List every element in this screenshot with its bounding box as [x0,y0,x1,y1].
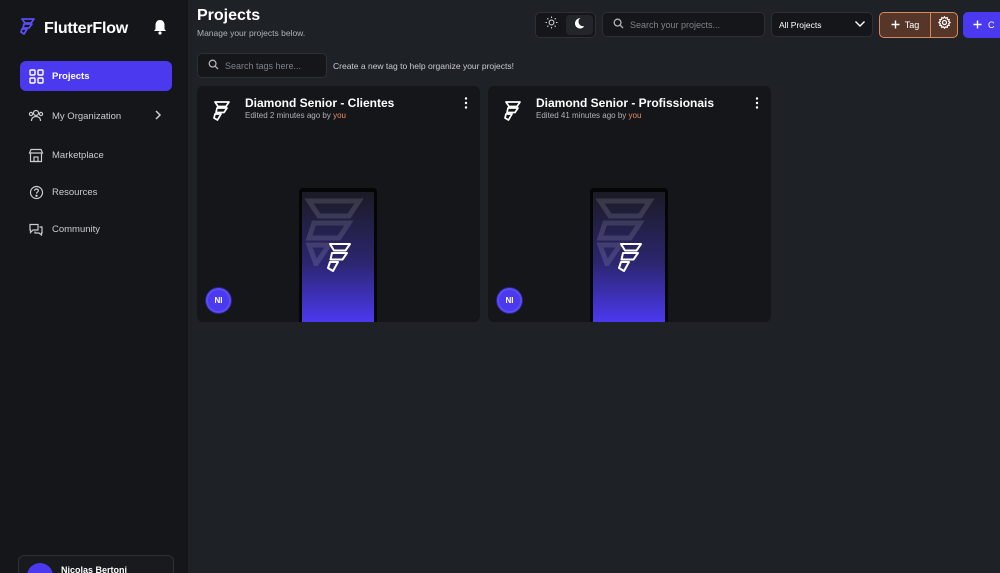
bell-icon[interactable] [153,19,167,40]
project-preview [299,188,377,322]
sidebar-item-my-organization[interactable]: My Organization [20,101,172,131]
create-label: C [988,20,995,30]
avatar [27,563,53,573]
flutterflow-logo-icon [324,242,354,279]
sidebar-item-label: Projects [52,70,90,82]
owner-avatar: NI [206,288,231,313]
moon-icon [573,16,585,34]
add-tag-label: Tag [904,20,920,30]
page-title: Projects [197,7,261,24]
search-input[interactable] [630,19,750,30]
flutterflow-logo-icon [210,99,234,128]
select-value: All Projects [779,19,822,30]
edited-by: you [628,111,642,120]
project-title: Diamond Senior - Clientes [245,96,395,110]
edited-text: Edited 2 minutes ago by [245,111,331,120]
tag-search [197,53,342,78]
flutterflow-logo-icon [501,99,525,128]
help-circle-icon [28,184,44,200]
project-title: Diamond Senior - Profissionais [536,96,715,110]
plus-icon [973,20,982,31]
edited-by: you [333,111,346,120]
create-project-button[interactable]: C [963,12,1000,38]
sidebar-item-label: Marketplace [52,149,104,161]
sidebar-item-marketplace[interactable]: Marketplace [20,140,172,170]
add-tag-button[interactable]: Tag [879,12,931,38]
sidebar: FlutterFlow Projects My Organization Mar… [0,0,188,573]
store-icon [28,147,44,163]
chat-icon [28,221,44,237]
project-preview [590,188,668,322]
phone-screen [302,192,374,322]
dark-mode-button[interactable] [565,15,593,35]
brand-name: FlutterFlow [44,19,129,37]
sidebar-item-community[interactable]: Community [20,214,172,244]
search-icon [613,16,624,34]
people-icon [28,108,44,124]
search-icon [208,57,219,75]
more-vertical-icon[interactable] [755,96,759,114]
project-edited: Edited 2 minutes ago by you [245,111,346,120]
sidebar-item-label: My Organization [52,110,122,122]
phone-screen [593,192,665,322]
brand[interactable]: FlutterFlow [18,16,128,41]
chevron-down-icon [854,20,866,30]
project-filter-select[interactable]: All Projects [771,12,873,37]
tag-search-input[interactable] [225,60,342,71]
sun-icon [545,16,558,34]
gear-icon [937,15,951,34]
project-card[interactable]: Diamond Senior - Clientes Edited 2 minut… [197,86,480,322]
grid-icon [28,68,44,84]
sidebar-item-label: Resources [52,186,98,198]
chevron-right-icon [154,109,162,124]
sidebar-item-resources[interactable]: Resources [20,177,172,207]
more-vertical-icon[interactable] [464,96,468,114]
page-subtitle: Manage your projects below. [197,28,306,38]
user-name: Nicolas Bertoni [61,565,128,573]
plus-icon [891,20,900,31]
project-card[interactable]: Diamond Senior - Profissionais Edited 41… [488,86,771,322]
light-mode-button[interactable] [538,15,566,35]
edited-text: Edited 41 minutes ago by [536,111,627,120]
project-edited: Edited 41 minutes ago by you [536,111,641,120]
sidebar-nav: Projects My Organization Marketplace Res… [20,61,172,251]
flutterflow-logo-icon [615,242,645,279]
tag-settings-button[interactable] [930,12,958,38]
flutterflow-logo-icon [18,16,38,41]
owner-avatar: NI [497,288,522,313]
sidebar-item-label: Community [52,223,101,235]
sidebar-item-projects[interactable]: Projects [20,61,172,91]
theme-toggle [535,12,596,38]
project-search [602,12,765,37]
tag-hint: Create a new tag to help organize your p… [333,61,514,71]
user-card[interactable]: Nicolas Bertoni [18,555,174,573]
